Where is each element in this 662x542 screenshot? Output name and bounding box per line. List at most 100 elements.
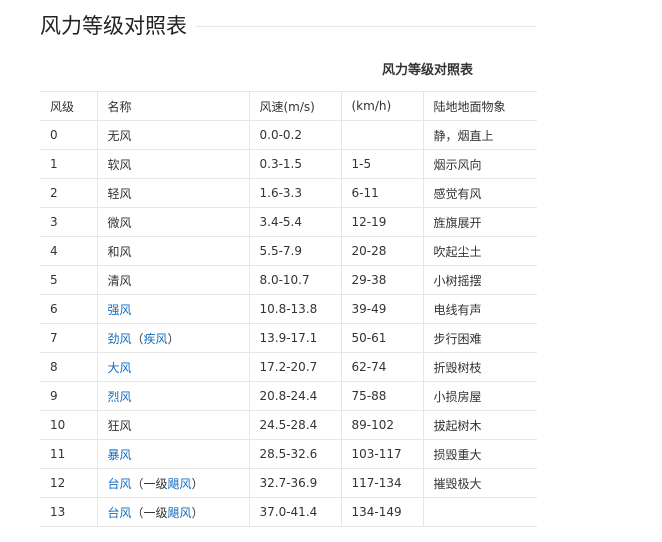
wind-name-text: 轻风: [107, 186, 132, 201]
header-speed-ms: 风速(m/s): [248, 91, 341, 121]
table-row: 3 微风 3.4-5.4 12-19 旌旗展开: [40, 207, 537, 237]
table-row: 12 台风（一级飓风） 32.7-36.9 117-134 摧毁极大: [40, 468, 537, 498]
cell-land-phenomena: [422, 497, 537, 527]
wind-name-text: 和风: [107, 244, 132, 259]
wind-name-text: ）: [191, 476, 204, 491]
cell-speed-ms: 3.4-5.4: [248, 207, 341, 237]
cell-name: 清风: [96, 265, 249, 295]
cell-speed-ms: 0.0-0.2: [248, 120, 341, 150]
cell-name: 暴风: [96, 439, 249, 469]
cell-name: 台风（一级飓风）: [96, 497, 249, 527]
cell-speed-kmh: 62-74: [340, 352, 423, 382]
cell-speed-ms: 5.5-7.9: [248, 236, 341, 266]
cell-speed-ms: 20.8-24.4: [248, 381, 341, 411]
cell-name: 和风: [96, 236, 249, 266]
cell-speed-kmh: 20-28: [340, 236, 423, 266]
cell-speed-kmh: 75-88: [340, 381, 423, 411]
table-caption: 风力等级对照表: [382, 63, 474, 78]
wind-name-link[interactable]: 台风: [108, 506, 132, 520]
cell-name: 劲风（疾风）: [96, 323, 249, 353]
table-row: 4 和风 5.5-7.9 20-28 吹起尘土: [40, 236, 537, 266]
cell-speed-kmh: [340, 120, 423, 150]
header-speed-kmh: (km/h): [340, 91, 423, 121]
cell-speed-ms: 32.7-36.9: [248, 468, 341, 498]
cell-land-phenomena: 小损房屋: [422, 381, 537, 411]
cell-speed-kmh: 29-38: [340, 265, 423, 295]
wind-name-link[interactable]: 台风: [108, 477, 132, 491]
wind-name-text: 清风: [107, 273, 132, 288]
cell-speed-kmh: 103-117: [340, 439, 423, 469]
cell-speed-kmh: 50-61: [340, 323, 423, 353]
cell-name: 软风: [96, 149, 249, 179]
cell-speed-ms: 37.0-41.4: [248, 497, 341, 527]
wind-name-link[interactable]: 飓风: [168, 506, 192, 520]
wind-name-link[interactable]: 烈风: [108, 390, 132, 404]
cell-land-phenomena: 小树摇摆: [422, 265, 537, 295]
cell-land-phenomena: 烟示风向: [422, 149, 537, 179]
title-divider: [196, 26, 536, 27]
cell-speed-ms: 13.9-17.1: [248, 323, 341, 353]
cell-land-phenomena: 感觉有风: [422, 178, 537, 208]
cell-speed-kmh: 134-149: [340, 497, 423, 527]
table-row: 2 轻风 1.6-3.3 6-11 感觉有风: [40, 178, 537, 208]
cell-level: 5: [40, 265, 97, 295]
cell-land-phenomena: 静，烟直上: [422, 120, 537, 150]
table-row: 5 清风 8.0-10.7 29-38 小树摇摆: [40, 265, 537, 295]
table-row: 0 无风 0.0-0.2 静，烟直上: [40, 120, 537, 150]
cell-land-phenomena: 旌旗展开: [422, 207, 537, 237]
table-row: 10 狂风 24.5-28.4 89-102 拔起树木: [40, 410, 537, 440]
table-row: 13 台风（一级飓风） 37.0-41.4 134-149: [40, 497, 537, 527]
cell-name: 微风: [96, 207, 249, 237]
wind-name-link[interactable]: 大风: [108, 361, 132, 375]
page-title: 风力等级对照表: [40, 14, 187, 38]
wind-name-link[interactable]: 劲风: [108, 332, 132, 346]
wind-name-text: 狂风: [107, 418, 132, 433]
cell-speed-ms: 10.8-13.8: [248, 294, 341, 324]
cell-speed-ms: 0.3-1.5: [248, 149, 341, 179]
cell-speed-kmh: 117-134: [340, 468, 423, 498]
table-row: 11 暴风 28.5-32.6 103-117 损毁重大: [40, 439, 537, 469]
cell-speed-kmh: 12-19: [340, 207, 423, 237]
cell-speed-kmh: 1-5: [340, 149, 423, 179]
wind-name-link[interactable]: 飓风: [168, 477, 192, 491]
table-row: 7 劲风（疾风） 13.9-17.1 50-61 步行困难: [40, 323, 537, 353]
table-body: 0 无风 0.0-0.2 静，烟直上 1 软风 0.3-1.5 1-5 烟示风向 2 轻风 1.6-3…: [40, 120, 537, 527]
cell-land-phenomena: 拔起树木: [422, 410, 537, 440]
cell-level: 2: [40, 178, 97, 208]
wind-name-link[interactable]: 暴风: [108, 448, 132, 462]
cell-name: 大风: [96, 352, 249, 382]
cell-name: 烈风: [96, 381, 249, 411]
cell-level: 12: [40, 468, 97, 498]
cell-level: 11: [40, 439, 97, 469]
cell-name: 强风: [96, 294, 249, 324]
cell-level: 0: [40, 120, 97, 150]
cell-level: 8: [40, 352, 97, 382]
wind-name-text: 无风: [107, 128, 132, 143]
cell-level: 9: [40, 381, 97, 411]
wind-name-text: （: [131, 331, 144, 346]
cell-name: 无风: [96, 120, 249, 150]
wind-name-text: 软风: [107, 157, 132, 172]
cell-speed-ms: 17.2-20.7: [248, 352, 341, 382]
cell-speed-kmh: 39-49: [340, 294, 423, 324]
cell-name: 台风（一级飓风）: [96, 468, 249, 498]
cell-level: 10: [40, 410, 97, 440]
cell-speed-kmh: 6-11: [340, 178, 423, 208]
table-header-row: 风级 名称 风速(m/s) (km/h) 陆地地面物象: [40, 91, 537, 121]
wind-name-link[interactable]: 强风: [108, 303, 132, 317]
cell-land-phenomena: 吹起尘土: [422, 236, 537, 266]
cell-land-phenomena: 摧毁极大: [422, 468, 537, 498]
cell-name: 轻风: [96, 178, 249, 208]
table-row: 6 强风 10.8-13.8 39-49 电线有声: [40, 294, 537, 324]
cell-level: 6: [40, 294, 97, 324]
header-name: 名称: [96, 91, 249, 121]
header-land-phenomena: 陆地地面物象: [422, 91, 537, 121]
cell-speed-ms: 1.6-3.3: [248, 178, 341, 208]
cell-land-phenomena: 折毁树枝: [422, 352, 537, 382]
cell-level: 3: [40, 207, 97, 237]
cell-level: 4: [40, 236, 97, 266]
cell-land-phenomena: 损毁重大: [422, 439, 537, 469]
wind-name-link[interactable]: 疾风: [144, 332, 168, 346]
table-row: 1 软风 0.3-1.5 1-5 烟示风向: [40, 149, 537, 179]
wind-scale-table: 风级 名称 风速(m/s) (km/h) 陆地地面物象 0 无风 0.0-0.2 静，…: [40, 91, 537, 527]
